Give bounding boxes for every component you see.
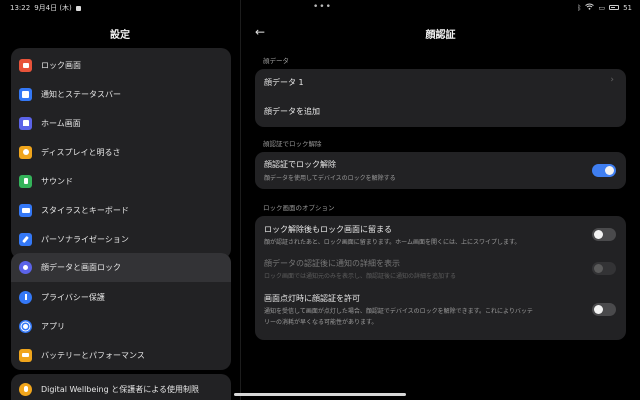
- face-unlock-toggle[interactable]: [592, 164, 616, 177]
- face-unlock-screen-on-title: 画面点灯時に顔認証を許可: [264, 294, 360, 303]
- settings-sidebar: 設定 ロック画面 通知とステータスバー ホーム画面 ディスプレイと明るさ サウン…: [0, 14, 240, 400]
- unlock-card: 顔認証でロック解除 顔データを使用してデバイスのロックを解除する: [255, 152, 626, 189]
- face-data-1-row[interactable]: 顔データ 1 ›: [255, 69, 626, 98]
- stay-on-lock-screen-title: ロック解除後もロック画面に留まる: [264, 225, 392, 234]
- section-header-face-data: 顔データ: [263, 57, 289, 65]
- battery-icon: [609, 5, 620, 10]
- lock-options-card: ロック解除後もロック画面に留まる 顔が認証されたあと、ロック画面に留まります。ホ…: [255, 216, 626, 340]
- face-unlock-screen-on-row[interactable]: 画面点灯時に顔認証を許可 通知を受信して画面が点灯した場合、顔認証でデバイスのロ…: [255, 288, 626, 340]
- apps-gear-icon: [19, 319, 32, 333]
- show-notification-details-title: 顔データの認証後に通知の詳細を表示: [264, 259, 400, 268]
- brightness-icon: [19, 145, 32, 159]
- sound-icon: [19, 174, 32, 188]
- sidebar-item-stylus-keyboard[interactable]: スタイラスとキーボード: [11, 197, 231, 223]
- sidebar-item-label: バッテリーとパフォーマンス: [41, 350, 145, 360]
- add-face-data-row[interactable]: 顔データを追加: [255, 98, 626, 127]
- lock-status-icon: [75, 5, 81, 11]
- sidebar-item-digital-wellbeing[interactable]: Digital Wellbeing と保護者による使用制限: [11, 376, 231, 400]
- sidebar-item-lock-screen[interactable]: ロック画面: [11, 52, 231, 78]
- sidebar-item-personalization[interactable]: パーソナライゼーション: [11, 226, 231, 252]
- sidebar-item-notifications[interactable]: 通知とステータスバー: [11, 81, 231, 107]
- status-bar: 13:22 9月4日 (木) ••• ᛒ ▭ 51: [0, 0, 640, 14]
- date: 9月4日 (木): [34, 4, 72, 12]
- stay-on-lock-screen-row[interactable]: ロック解除後もロック画面に留まる 顔が認証されたあと、ロック画面に留まります。ホ…: [255, 216, 626, 252]
- sidebar-item-label: ディスプレイと明るさ: [41, 147, 121, 157]
- face-unlock-screen-on-subtitle-1: 通知を受信して画面が点灯した場合、顔認証でデバイスのロックを解除できます。これに…: [264, 308, 533, 315]
- notification-icon: [19, 87, 32, 101]
- show-notification-details-row: 顔データの認証後に通知の詳細を表示 ロック画面では通知元のみを表示し、顔認証後に…: [255, 254, 626, 288]
- sidebar-item-label: ホーム画面: [41, 118, 81, 128]
- sidebar-item-label: スタイラスとキーボード: [41, 205, 129, 215]
- sidebar-item-face-lock[interactable]: 顔データと画面ロック: [11, 253, 231, 282]
- section-header-unlock: 顔認証でロック解除: [263, 140, 322, 148]
- settings-group-1: ロック画面 通知とステータスバー ホーム画面 ディスプレイと明るさ サウンド ス…: [11, 48, 231, 259]
- face-data-card: 顔データ 1 › 顔データを追加: [255, 69, 626, 127]
- home-gesture-bar[interactable]: [234, 393, 406, 396]
- settings-title: 設定: [110, 30, 130, 41]
- sidebar-item-label: プライバシー保護: [41, 292, 105, 302]
- wifi-icon: [585, 3, 595, 12]
- face-unlock-row[interactable]: 顔認証でロック解除 顔データを使用してデバイスのロックを解除する: [255, 152, 626, 189]
- face-unlock-screen-on-subtitle-2: リーの消耗が早くなる可能性があります。: [264, 319, 378, 326]
- face-auth-pane: ← 顔認証 顔データ 顔データ 1 › 顔データを追加 顔認証でロック解除 顔認…: [241, 14, 640, 400]
- sidebar-item-apps[interactable]: アプリ: [11, 313, 231, 339]
- sidebar-item-label: サウンド: [41, 176, 73, 186]
- sidebar-item-sound[interactable]: サウンド: [11, 168, 231, 194]
- sidebar-item-label: Digital Wellbeing と保護者による使用制限: [41, 384, 199, 394]
- chevron-right-icon: ›: [610, 75, 614, 85]
- sidebar-item-home-screen[interactable]: ホーム画面: [11, 110, 231, 136]
- clock: 13:22: [10, 4, 31, 12]
- settings-group-3: Digital Wellbeing と保護者による使用制限: [11, 374, 231, 400]
- window-menu-dots-icon[interactable]: •••: [313, 2, 332, 12]
- show-notification-details-subtitle: ロック画面では通知元のみを表示し、顔認証後に通知の詳細を追加する: [264, 273, 457, 280]
- settings-group-2: 顔データと画面ロック プライバシー保護 アプリ バッテリーとパフォーマンス: [11, 253, 231, 370]
- sidebar-item-label: ロック画面: [41, 60, 81, 70]
- battery-level: 51: [623, 3, 632, 12]
- sidebar-item-label: パーソナライゼーション: [41, 234, 129, 244]
- add-face-data-label: 顔データを追加: [264, 107, 320, 116]
- sidebar-item-battery[interactable]: バッテリーとパフォーマンス: [11, 342, 231, 368]
- sidebar-item-display[interactable]: ディスプレイと明るさ: [11, 139, 231, 165]
- home-icon: [19, 116, 32, 130]
- section-header-lock-options: ロック画面のオプション: [263, 204, 335, 212]
- wellbeing-icon: [19, 382, 32, 396]
- face-lock-icon: [19, 261, 32, 274]
- stay-on-lock-screen-toggle[interactable]: [592, 228, 616, 241]
- sidebar-item-label: 顔データと画面ロック: [41, 263, 121, 272]
- battery-icon: [19, 348, 32, 362]
- face-unlock-title: 顔認証でロック解除: [264, 160, 336, 169]
- screen-mirror-icon: ▭: [598, 3, 606, 12]
- show-notification-details-toggle: [592, 262, 616, 275]
- page-title: 顔認証: [425, 30, 456, 41]
- face-unlock-screen-on-toggle[interactable]: [592, 303, 616, 316]
- stay-on-lock-screen-subtitle: 顔が認証されたあと、ロック画面に留まります。ホーム画面を開くには、上にスワイプし…: [264, 239, 521, 246]
- bluetooth-icon: ᛒ: [577, 3, 582, 12]
- face-unlock-subtitle: 顔データを使用してデバイスのロックを解除する: [264, 175, 396, 182]
- keyboard-icon: [19, 203, 32, 217]
- lock-icon: [19, 58, 32, 72]
- face-data-1-label: 顔データ 1: [264, 78, 304, 87]
- sidebar-item-privacy[interactable]: プライバシー保護: [11, 284, 231, 310]
- privacy-icon: [19, 290, 32, 304]
- brush-icon: [19, 232, 32, 246]
- sidebar-item-label: 通知とステータスバー: [41, 89, 121, 99]
- sidebar-item-label: アプリ: [41, 321, 65, 331]
